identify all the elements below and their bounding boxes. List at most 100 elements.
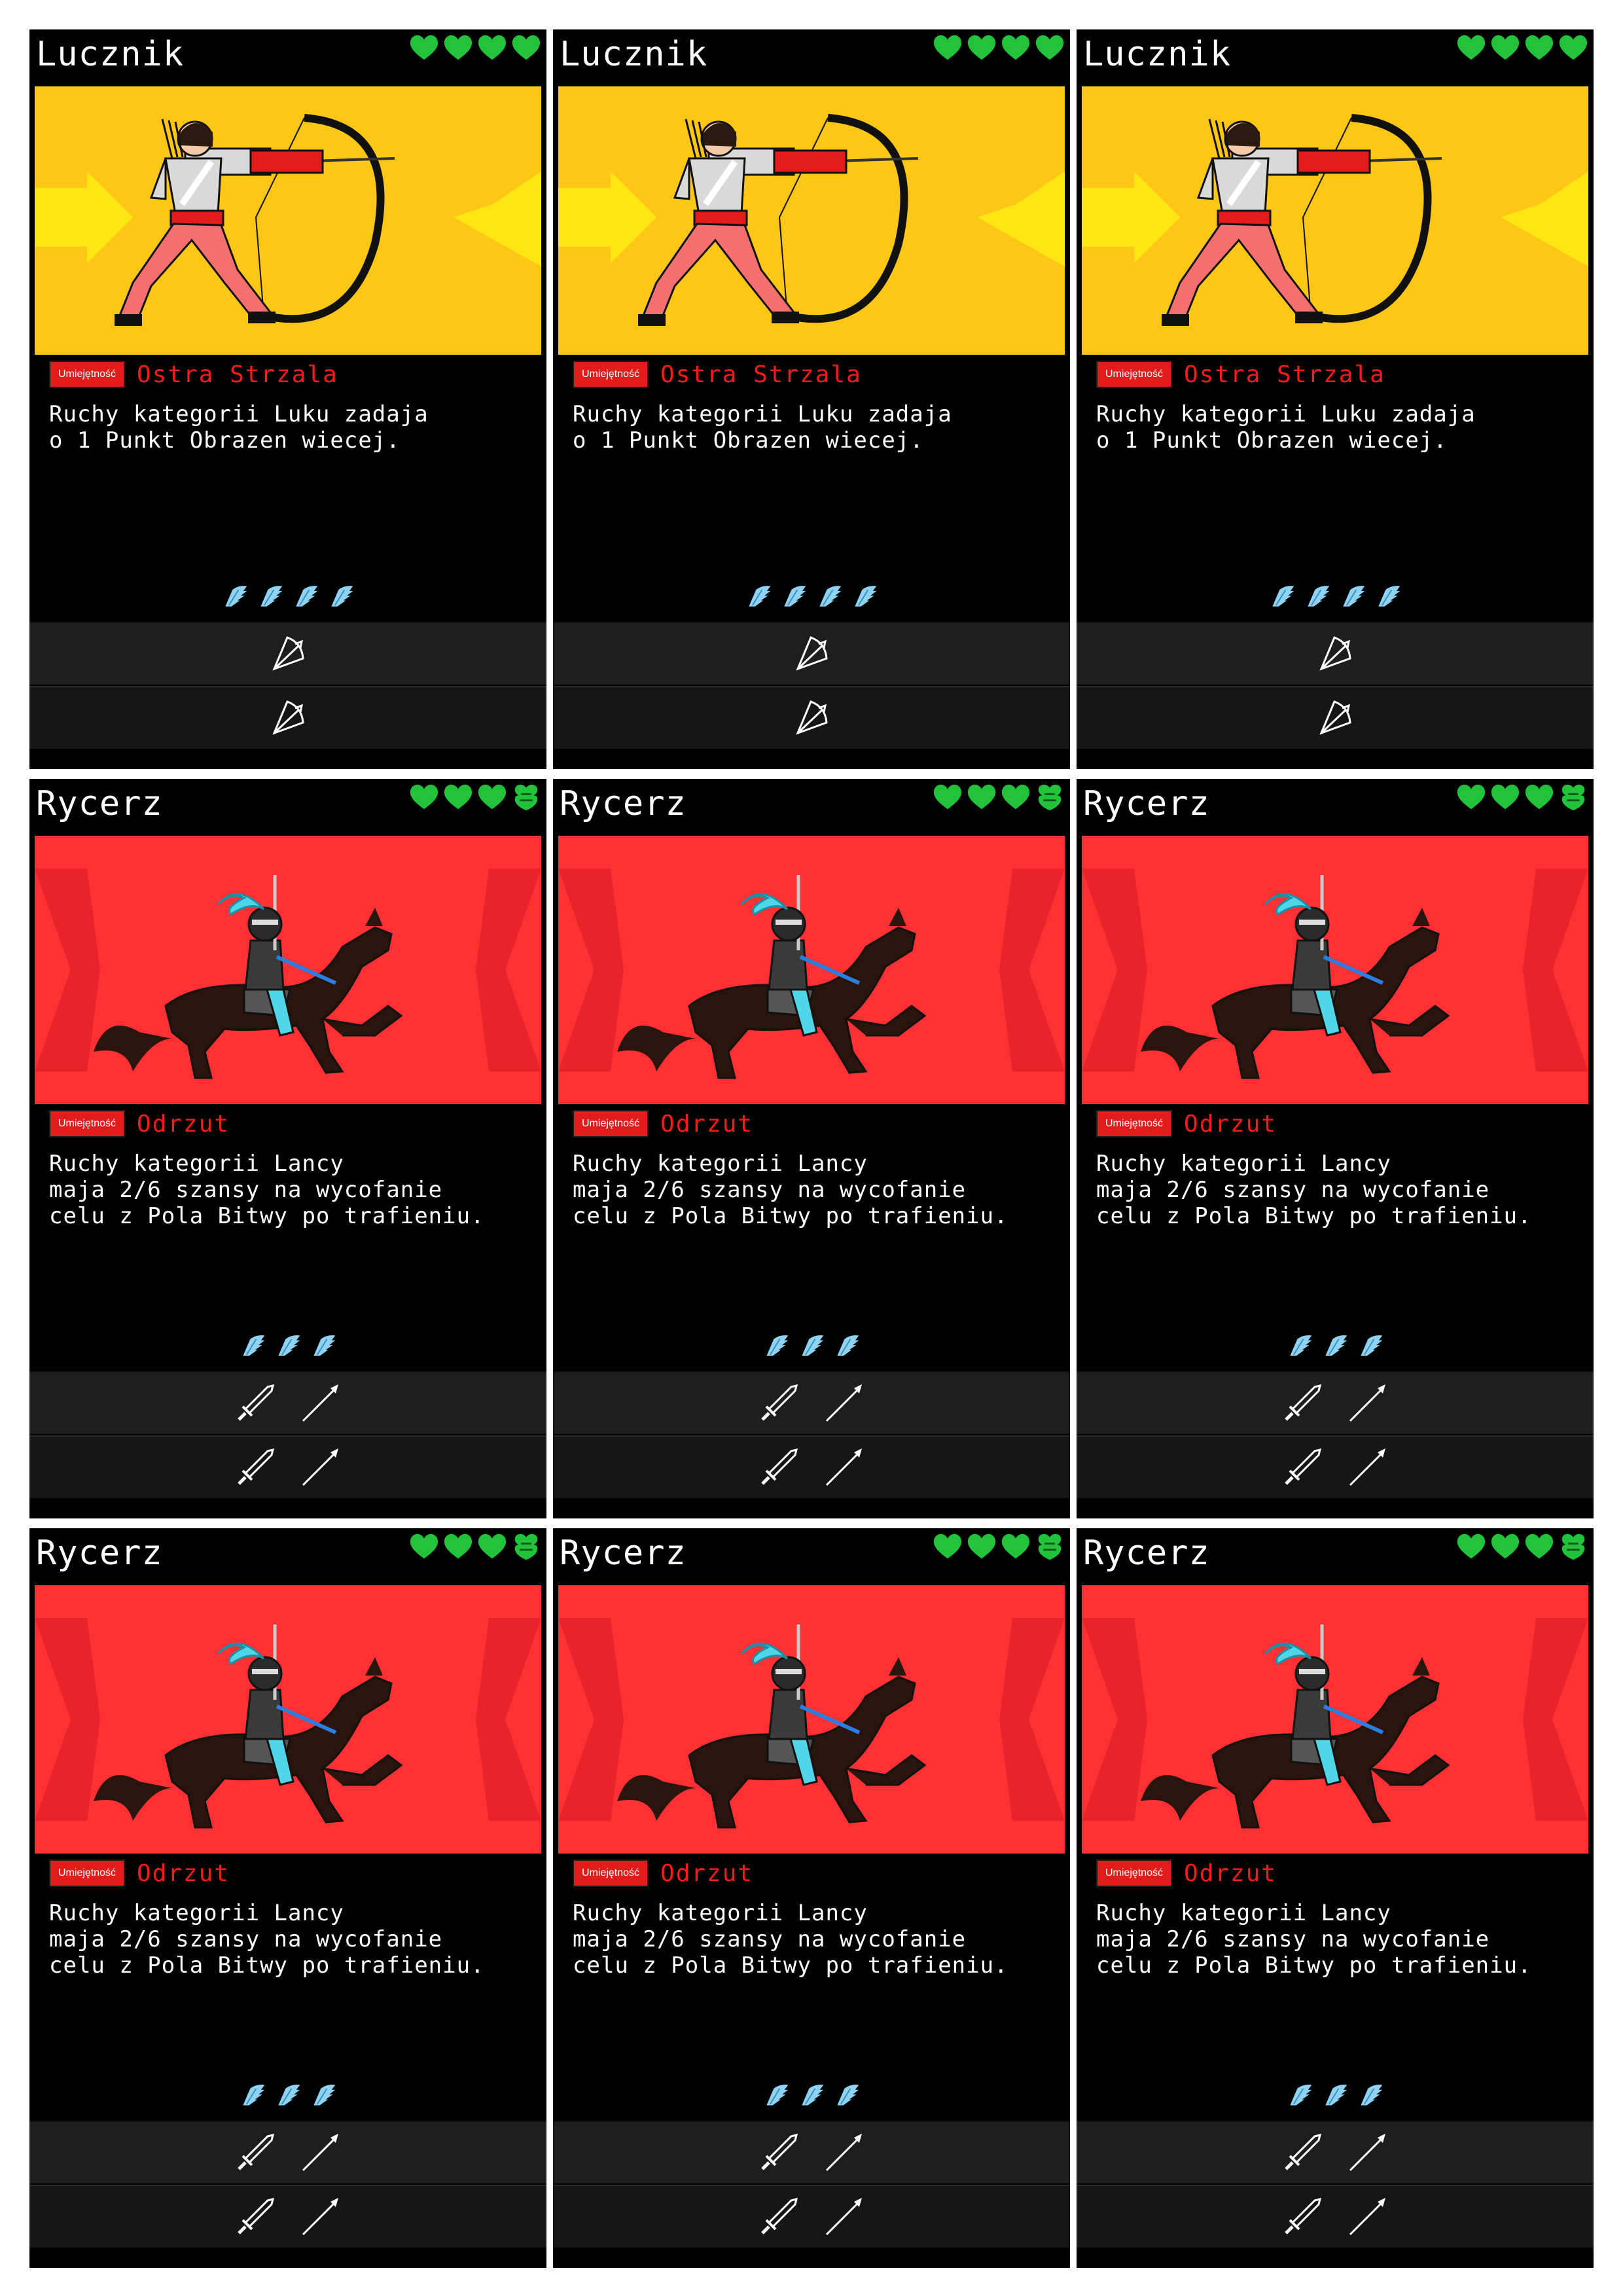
description-line: Ruchy kategorii Lancy [573,1900,868,1926]
move-slot[interactable] [1077,686,1594,749]
ability-row: Umiejętność Odrzut [1096,1859,1277,1888]
description-line: celu z Pola Bitwy po trafieniu. [49,1952,485,1979]
card-name: Rycerz [36,1534,163,1573]
wing-icon [1356,2081,1385,2110]
ability-description: Ruchy kategorii Lancy maja 2/6 szansy na … [573,1900,1057,1979]
lance-icon [821,1444,867,1490]
heart-icon [1001,783,1031,813]
heart-icon [443,33,473,63]
card[interactable]: Rycerz Umiejętność Odrzut Ruchy kategori… [553,779,1070,1518]
sword-icon [1279,1380,1325,1426]
sword-icon [232,1380,278,1426]
speed-wings [1077,583,1594,611]
ability-description: Ruchy kategorii Lancy maja 2/6 szansy na … [49,1151,533,1229]
heart-icon [1035,783,1065,813]
ability-name: Ostra Strzala [1184,361,1385,388]
ability-description: Ruchy kategorii Luku zadaja o 1 Punkt Obr… [49,401,533,454]
ability-badge: Umiejętność [49,361,126,388]
wing-icon [274,1332,302,1361]
move-slot[interactable] [553,2185,1070,2248]
move-slot[interactable] [553,2121,1070,2183]
move-slot[interactable] [1077,622,1594,685]
card[interactable]: Lucznik Umiejętność Ostra Strzala Ruchy … [553,29,1070,769]
lance-icon [1345,2130,1391,2176]
heart-icon [1524,1532,1554,1562]
wing-icon [797,1332,826,1361]
wing-icon [1356,1332,1385,1361]
sword-icon [232,2194,278,2240]
sword-icon [1279,2194,1325,2240]
description-line: celu z Pola Bitwy po trafieniu. [573,1203,1008,1229]
move-slot[interactable] [29,686,546,749]
wing-icon [221,583,249,611]
move-slot[interactable] [1077,2185,1594,2248]
move-slot[interactable] [29,622,546,685]
sword-icon [232,2130,278,2176]
move-slot[interactable] [553,1435,1070,1498]
ability-row: Umiejętność Ostra Strzala [49,360,338,389]
card[interactable]: Lucznik Umiejętność Ostra Strzala Ruchy … [29,29,546,769]
heart-icon [1524,33,1554,63]
wing-icon [256,583,285,611]
move-slot[interactable] [553,686,1070,749]
card[interactable]: Rycerz Umiejętność Odrzut Ruchy kategori… [29,1528,546,2268]
move-slot[interactable] [553,622,1070,685]
heart-icon [967,783,997,813]
health-hearts [1456,33,1588,63]
card-name: Rycerz [36,784,163,823]
lance-icon [1345,1380,1391,1426]
wing-icon [1321,2081,1349,2110]
knight-illustration [35,836,541,1104]
move-slot[interactable] [29,2185,546,2248]
description-line: Ruchy kategorii Luku zadaja [1096,401,1476,427]
move-slot[interactable] [1077,2121,1594,2183]
health-hearts [1456,1532,1588,1562]
bow-icon [789,695,834,741]
card[interactable]: Lucznik Umiejętność Ostra Strzala Ruchy … [1077,29,1594,769]
move-slot[interactable] [1077,1371,1594,1434]
wing-icon [850,583,879,611]
wing-icon [797,2081,826,2110]
card[interactable]: Rycerz Umiejętność Odrzut Ruchy kategori… [29,779,546,1518]
card[interactable]: Rycerz Umiejętność Odrzut Ruchy kategori… [1077,779,1594,1518]
heart-icon [1524,783,1554,813]
wing-icon [309,2081,338,2110]
ability-description: Ruchy kategorii Luku zadaja o 1 Punkt Obr… [1096,401,1580,454]
description-line: maja 2/6 szansy na wycofanie [49,1177,443,1203]
description-line: o 1 Punkt Obrazen wiecej. [49,427,401,454]
speed-wings [1077,1332,1594,1361]
description-line: Ruchy kategorii Lancy [49,1900,344,1926]
speed-wings [553,2081,1070,2110]
ability-name: Odrzut [1184,1110,1277,1138]
ability-name: Odrzut [137,1110,230,1138]
description-line: Ruchy kategorii Lancy [1096,1900,1391,1926]
move-slot[interactable] [1077,1435,1594,1498]
card[interactable]: Rycerz Umiejętność Odrzut Ruchy kategori… [553,1528,1070,2268]
ability-badge: Umiejętność [1096,1859,1173,1887]
lance-icon [298,2130,344,2176]
speed-wings [29,2081,546,2110]
speed-wings [553,583,1070,611]
ability-badge: Umiejętność [573,361,649,388]
card[interactable]: Rycerz Umiejętność Odrzut Ruchy kategori… [1077,1528,1594,2268]
ability-name: Odrzut [660,1859,754,1887]
ability-badge: Umiejętność [49,1110,126,1138]
heart-icon [933,33,963,63]
sword-icon [756,1444,802,1490]
move-slot[interactable] [29,2121,546,2183]
move-slot[interactable] [29,1435,546,1498]
description-line: maja 2/6 szansy na wycofanie [1096,1177,1490,1203]
lance-icon [821,1380,867,1426]
heart-icon [1456,1532,1486,1562]
knight-illustration [1082,836,1588,1104]
health-hearts [409,1532,541,1562]
ability-name: Odrzut [137,1859,230,1887]
speed-wings [553,1332,1070,1361]
ability-row: Umiejętność Odrzut [49,1859,230,1888]
move-slot[interactable] [29,1371,546,1434]
ability-description: Ruchy kategorii Lancy maja 2/6 szansy na … [49,1900,533,1979]
knight-illustration [558,1585,1065,1854]
wing-icon [1338,583,1367,611]
bow-icon [789,631,834,677]
move-slot[interactable] [553,1371,1070,1434]
